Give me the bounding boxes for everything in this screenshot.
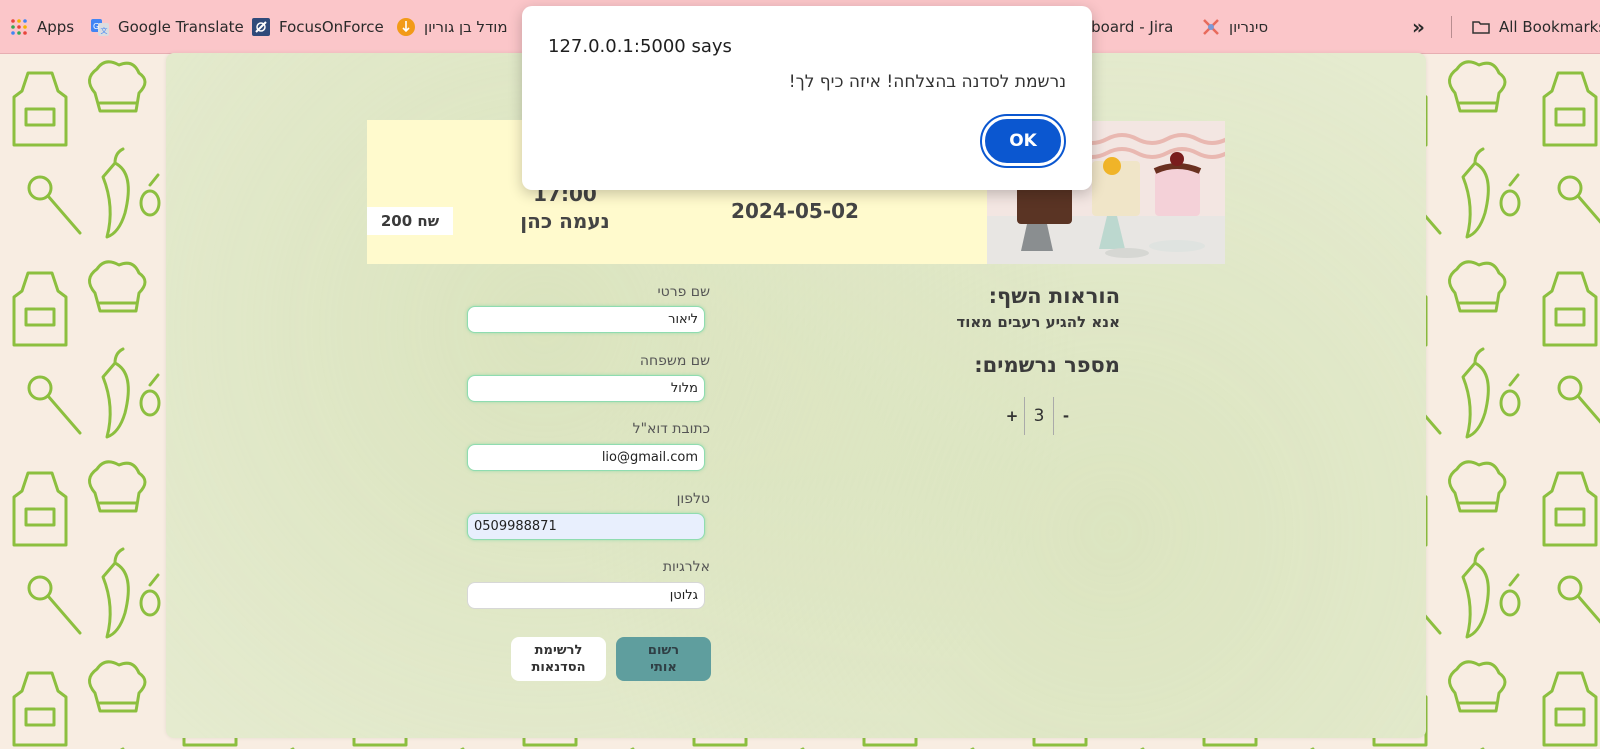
bookmark-apps-label: Apps [37, 17, 75, 36]
allergies-label: אלרגיות [662, 559, 710, 575]
google-translate-icon: G 文 [91, 18, 109, 36]
increment-button[interactable]: + [1000, 407, 1024, 425]
apps-grid-icon [11, 18, 27, 35]
bookmark-google-translate-label: Google Translate [118, 17, 244, 36]
chef-instructions-title: הוראות השף: [988, 284, 1120, 308]
phone-input[interactable] [467, 513, 705, 540]
more-bookmarks-chevron-icon[interactable]: » [1412, 0, 1425, 53]
participants-count-value: 3 [1024, 397, 1054, 435]
first-name-input[interactable] [467, 306, 705, 333]
all-bookmarks-label: All Bookmarks [1499, 17, 1600, 36]
alert-dialog: 127.0.0.1:5000 says נרשמת לסדנה בהצלחה! … [522, 6, 1092, 190]
register-button-label-line1: רשום [647, 643, 680, 658]
svg-text:G: G [93, 22, 99, 31]
bookmark-jira[interactable]: L board - Jira [1078, 0, 1173, 53]
course-chef-name: נעמה כהן [520, 209, 610, 233]
course-date: 2024-05-02 [731, 199, 859, 223]
bookmark-sinarion[interactable]: סינריון [1202, 0, 1268, 53]
phone-label: טלפון [676, 491, 710, 507]
dialog-message: נרשמת לסדנה בהצלחה! איזה כיף לך! [788, 72, 1066, 92]
bookmark-apps[interactable]: Apps [10, 0, 74, 53]
bookmark-jira-label: L board - Jira [1078, 17, 1174, 36]
bookmark-google-translate[interactable]: G 文 Google Translate [91, 0, 244, 53]
chef-instructions-text: אנא להגיע רעבים מאוד [956, 313, 1120, 331]
dialog-title: 127.0.0.1:5000 says [548, 36, 732, 57]
bookmark-focusonforce-label: FocusOnForce [279, 17, 384, 36]
email-label: כתובת דוא"ל [632, 421, 710, 437]
first-name-label: שם פרטי [657, 284, 710, 300]
folder-icon [1472, 20, 1490, 34]
last-name-input[interactable] [467, 375, 705, 402]
participants-count-title: מספר נרשמים: [974, 353, 1120, 377]
decrement-button[interactable]: - [1054, 407, 1078, 425]
register-button[interactable]: רשום אותי [616, 637, 711, 681]
svg-text:文: 文 [101, 26, 108, 35]
bookmark-ben-gurion-label: מודל בן גוריון [424, 17, 508, 36]
focusonforce-icon [252, 17, 270, 36]
bookmark-sinarion-label: סינריון [1229, 17, 1269, 36]
back-to-workshops-button[interactable]: לרשימת הסדנאות [511, 637, 606, 681]
email-input[interactable] [467, 444, 705, 471]
allergies-input[interactable] [467, 582, 705, 609]
back-button-label-line1: לרשימת [534, 643, 583, 658]
last-name-label: שם משפחה [639, 353, 710, 369]
moodle-icon [397, 17, 415, 36]
back-button-label-line2: הסדנאות [531, 660, 586, 675]
sinarion-icon [1203, 18, 1219, 35]
participants-stepper: + 3 - [1000, 397, 1080, 435]
bookmarks-divider [1451, 16, 1452, 38]
bookmark-focusonforce[interactable]: FocusOnForce [252, 0, 384, 53]
register-button-label-line2: אותי [650, 660, 677, 675]
course-price: 200 שח [367, 207, 453, 235]
all-bookmarks[interactable]: All Bookmarks [1472, 0, 1600, 53]
ok-button[interactable]: OK [980, 114, 1066, 168]
bookmark-ben-gurion[interactable]: מודל בן גוריון [397, 0, 508, 53]
